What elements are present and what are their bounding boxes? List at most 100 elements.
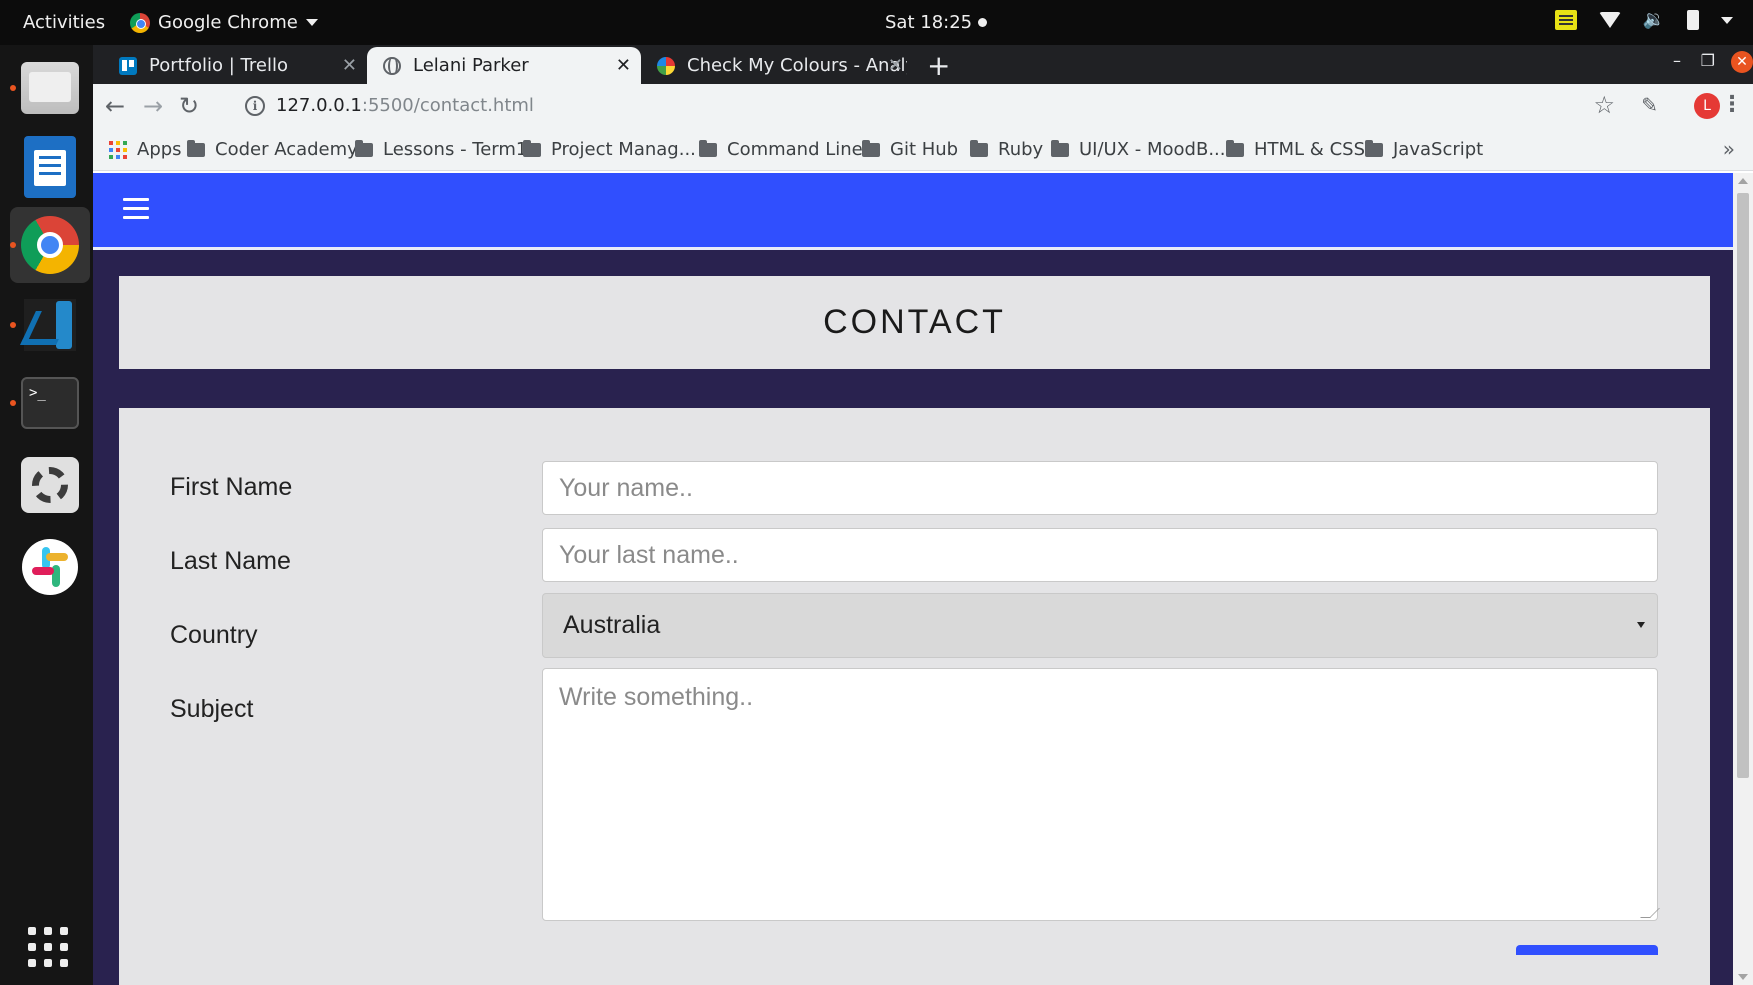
more-menu-icon[interactable]: ⋮ [1721,92,1743,117]
page-title: CONTACT [823,303,1006,341]
bookmark-ui-ux-moodboard[interactable]: UI/UX - MoodB... [1051,139,1226,160]
app-menu[interactable]: Google Chrome [130,12,318,33]
tab-trello[interactable]: Portfolio | Trello ✕ [103,47,367,84]
bookmark-git-hub[interactable]: Git Hub [862,139,958,160]
tab-strip: Portfolio | Trello ✕ Lelani Parker ✕ Che… [93,45,1753,84]
first-name-label: First Name [170,473,293,501]
forward-arrow-icon[interactable]: → [143,92,163,120]
back-arrow-icon[interactable]: ← [105,92,125,120]
close-icon[interactable]: ✕ [342,55,357,76]
folder-icon [699,139,717,157]
dock-settings[interactable] [10,447,90,523]
activities-button[interactable]: Activities [23,12,105,33]
resize-handle-icon[interactable] [1640,908,1660,918]
bookmark-command-line[interactable]: Command Line [699,139,863,160]
bookmark-label: Coder Academy [215,139,358,160]
scroll-up-icon[interactable] [1738,178,1748,184]
url-host: 127.0.0.1 [276,95,362,116]
system-top-bar: Activities Google Chrome Sat 18:25 🔉 [0,0,1753,45]
url-path: :5500/contact.html [361,95,534,116]
restore-icon[interactable]: ❐ [1701,51,1715,70]
first-name-placeholder: Your name.. [559,473,693,502]
scroll-down-icon[interactable] [1738,974,1748,980]
subject-placeholder: Write something.. [559,683,754,711]
bookmark-star-icon[interactable]: ☆ [1593,91,1615,119]
subject-textarea[interactable]: Write something.. [542,668,1660,921]
dock-slack[interactable] [10,529,90,605]
apps-grid-icon [109,140,127,159]
bookmark-label: UI/UX - MoodB... [1079,139,1226,160]
tab-title: Portfolio | Trello [149,55,288,76]
bookmark-ruby[interactable]: Ruby [970,139,1043,160]
last-name-placeholder: Your last name.. [559,540,739,569]
folder-icon [355,139,373,157]
site-navbar [93,173,1733,250]
hamburger-menu-icon[interactable] [123,198,149,220]
folder-icon [970,139,988,157]
new-tab-button[interactable]: + [927,49,950,82]
subject-label: Subject [170,695,254,723]
bookmark-label: HTML & CSS [1254,139,1365,160]
chrome-icon [21,216,79,274]
folder-icon [1365,139,1383,157]
dock-vscode[interactable] [10,287,90,363]
submit-button[interactable] [1516,945,1658,955]
dock-chrome[interactable] [10,207,90,283]
sticky-notes-icon[interactable] [1554,10,1577,30]
globe-icon [383,56,401,75]
folder-icon [523,139,541,157]
clock[interactable]: Sat 18:25 [885,12,988,33]
notification-dot-icon [978,18,988,27]
chrome-window: Portfolio | Trello ✕ Lelani Parker ✕ Che… [93,45,1753,985]
scrollbar-thumb[interactable] [1737,193,1749,778]
dock: >_ [0,45,93,985]
running-indicator [10,85,16,91]
show-applications-icon[interactable] [28,927,68,967]
system-menu-chevron-icon[interactable] [1721,16,1733,24]
chevron-down-icon [305,19,318,26]
bookmark-html-css[interactable]: HTML & CSS [1226,139,1365,160]
close-icon[interactable]: ✕ [616,55,631,76]
tab-lelani-parker[interactable]: Lelani Parker ✕ [367,47,641,84]
reload-icon[interactable]: ↻ [179,92,199,120]
bookmarks-bar: Apps Coder Academy Lessons - Term1 Proje… [93,129,1753,171]
bookmark-project-management[interactable]: Project Manag... [523,139,696,160]
more-bookmarks-icon[interactable]: » [1723,137,1735,161]
terminal-icon: >_ [21,377,79,429]
bookmark-label: JavaScript [1393,139,1484,160]
settings-gear-icon [21,457,79,513]
address-bar[interactable]: 127.0.0.1:5500/contact.html [276,95,534,116]
country-select[interactable]: Australia [542,593,1658,658]
bookmark-label: Project Manag... [551,139,696,160]
first-name-input[interactable]: Your name.. [542,461,1658,515]
bookmark-javascript[interactable]: JavaScript [1365,139,1483,160]
bookmark-coder-academy[interactable]: Coder Academy [187,139,358,160]
dock-terminal[interactable]: >_ [10,365,90,441]
site-info-icon[interactable]: i [245,96,265,116]
page-scrollbar[interactable] [1733,173,1753,985]
wifi-icon [1598,12,1621,28]
chrome-icon [130,12,150,33]
last-name-label: Last Name [170,547,291,575]
writer-document-icon [24,136,76,198]
folder-icon [1226,139,1244,157]
bookmark-apps[interactable]: Apps [109,139,182,160]
slack-icon [22,539,78,595]
last-name-input[interactable]: Your last name.. [542,528,1658,582]
close-icon[interactable]: ✕ [888,55,903,76]
dock-writer[interactable] [10,129,90,205]
contact-header: CONTACT [119,276,1710,369]
minimize-icon[interactable]: – [1673,51,1681,70]
files-icon [21,62,79,114]
profile-avatar[interactable]: L [1694,93,1720,119]
dock-files[interactable] [10,50,90,126]
tab-check-my-colours[interactable]: Check My Colours - Analyse ✕ [641,47,913,84]
eyedropper-extension-icon[interactable]: ✎ [1641,93,1658,117]
window-close-icon[interactable]: ✕ [1731,51,1753,73]
browser-toolbar: ← → ↻ i 127.0.0.1:5500/contact.html ☆ ✎ … [93,84,1753,129]
bookmark-label: Command Line [727,139,863,160]
clock-label: Sat 18:25 [885,12,973,33]
bookmark-lessons-term1[interactable]: Lessons - Term1 [355,139,527,160]
system-tray[interactable]: 🔉 [1554,10,1733,30]
battery-icon [1687,10,1699,30]
